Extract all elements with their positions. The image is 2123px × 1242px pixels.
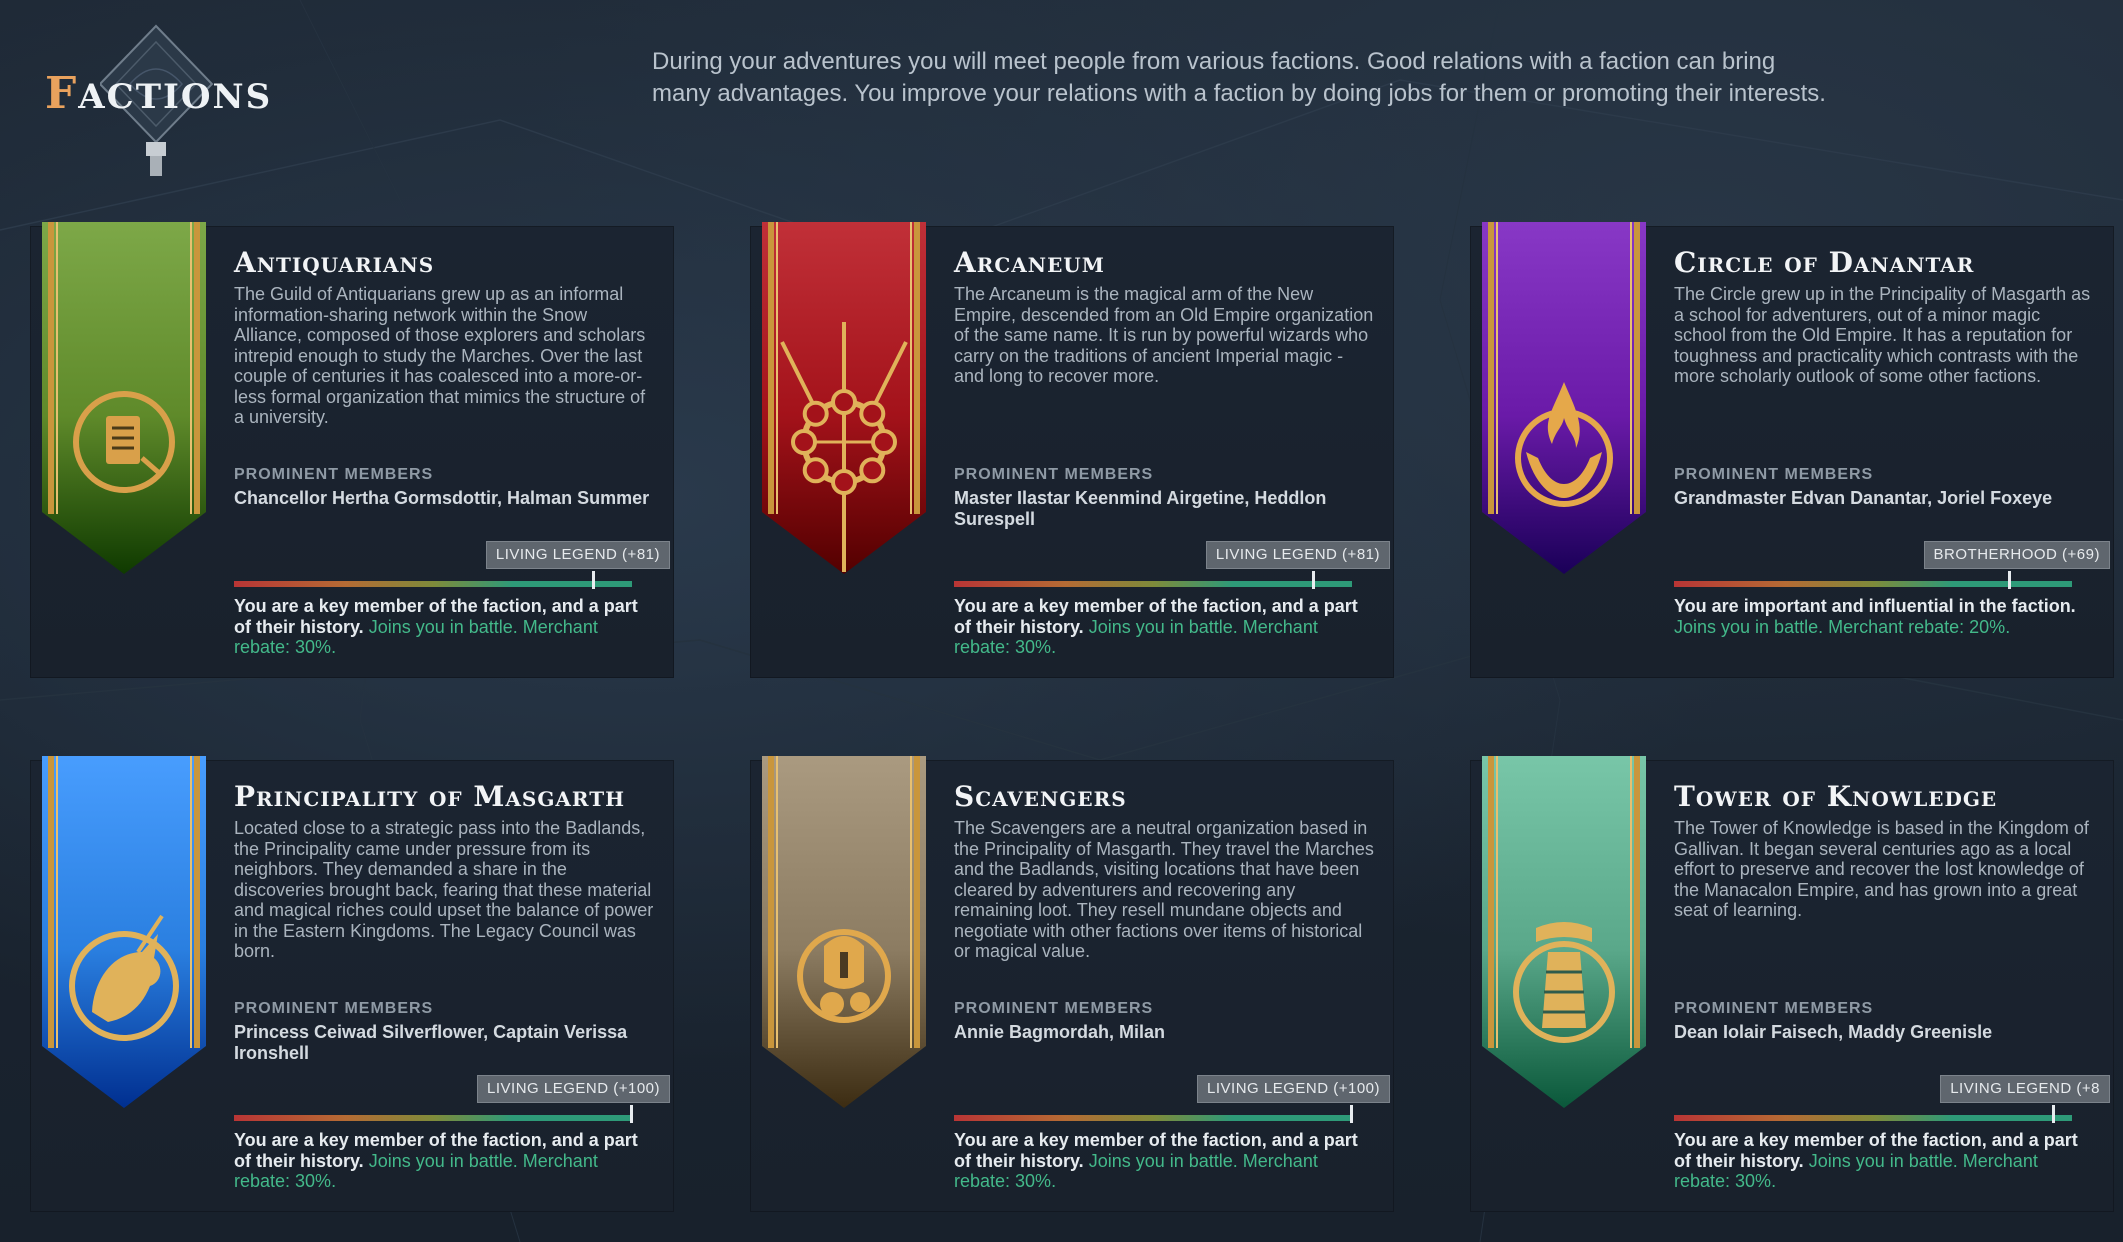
- faction-card-antiquarians[interactable]: Antiquarians The Guild of Antiquarians g…: [30, 222, 674, 678]
- prominent-members-label: PROMINENT MEMBERS: [234, 1000, 434, 1017]
- prominent-members: Annie Bagmordah, Milan: [954, 1022, 1166, 1042]
- prominent-members: Princess Ceiwad Silverflower, Captain Ve…: [234, 1022, 628, 1063]
- rank-badge: LIVING LEGEND (+100): [1197, 1075, 1390, 1103]
- rank-badge: BROTHERHOOD (+69): [1923, 541, 2110, 569]
- reputation-marker: [2052, 1105, 2056, 1123]
- status-text: You are important and influential in the…: [1674, 596, 2076, 616]
- prominent-members: Grandmaster Edvan Danantar, Joriel Foxey…: [1674, 488, 2053, 508]
- faction-card-tower-of-knowledge[interactable]: Tower of Knowledge The Tower of Knowledg…: [1470, 756, 2114, 1212]
- faction-card-circle-of-danantar[interactable]: Circle of Danantar The Circle grew up in…: [1470, 222, 2114, 678]
- reputation-marker: [1350, 1105, 1353, 1123]
- faction-banner: [762, 756, 926, 1116]
- prominent-members-label: PROMINENT MEMBERS: [1674, 466, 1874, 483]
- reputation-marker: [630, 1105, 633, 1123]
- faction-status: You are a key member of the faction, and…: [1674, 1130, 2084, 1192]
- faction-name: Circle of Danantar: [1674, 246, 1975, 279]
- faction-description: Located close to a strategic pass into t…: [234, 818, 654, 961]
- reputation-marker: [592, 571, 596, 589]
- faction-name: Principality of Masgarth: [234, 780, 625, 813]
- reputation-marker: [2008, 571, 2012, 589]
- reputation-bar: [234, 1105, 633, 1123]
- faction-description: The Circle grew up in the Principality o…: [1674, 284, 2091, 386]
- reputation-bar: [954, 571, 1352, 589]
- faction-description: The Scavengers are a neutral organizatio…: [954, 818, 1374, 961]
- faction-banner: [1482, 756, 1646, 1116]
- faction-status: You are important and influential in the…: [1674, 596, 2084, 637]
- faction-description: The Tower of Knowledge is based in the K…: [1674, 818, 2089, 920]
- prominent-members: Master Ilastar Keenmind Airgetine, Heddl…: [954, 488, 1327, 529]
- faction-banner: [42, 756, 206, 1116]
- reputation-bar: [1674, 571, 2072, 589]
- intro-text: During your adventures you will meet peo…: [652, 48, 1826, 107]
- page-title: Factions: [45, 68, 273, 119]
- faction-banner: [762, 222, 926, 582]
- rank-badge: LIVING LEGEND (+81): [485, 541, 670, 569]
- benefits-text: Joins you in battle. Merchant rebate: 20…: [1674, 616, 2011, 637]
- faction-name: Antiquarians: [234, 246, 435, 279]
- prominent-members-label: PROMINENT MEMBERS: [1674, 1000, 1874, 1017]
- prominent-members-label: PROMINENT MEMBERS: [234, 466, 434, 483]
- rank-badge: LIVING LEGEND (+8: [1940, 1075, 2110, 1103]
- faction-name: Tower of Knowledge: [1674, 780, 1998, 813]
- faction-card-scavengers[interactable]: Scavengers The Scavengers are a neutral …: [750, 756, 1394, 1212]
- prominent-members-label: PROMINENT MEMBERS: [954, 466, 1154, 483]
- reputation-marker: [1312, 571, 1316, 589]
- faction-banner: [1482, 222, 1646, 582]
- faction-status: You are a key member of the faction, and…: [954, 1130, 1364, 1192]
- prominent-members-label: PROMINENT MEMBERS: [954, 1000, 1154, 1017]
- rank-badge: LIVING LEGEND (+81): [1205, 541, 1390, 569]
- faction-status: You are a key member of the faction, and…: [234, 596, 644, 658]
- faction-card-arcaneum[interactable]: Arcaneum The Arcaneum is the magical arm…: [750, 222, 1394, 678]
- reputation-bar: [1674, 1105, 2072, 1123]
- prominent-members: Chancellor Hertha Gormsdottir, Halman Su…: [234, 488, 650, 508]
- faction-banner: [42, 222, 206, 582]
- faction-card-principality-of-masgarth[interactable]: Principality of Masgarth Located close t…: [30, 756, 674, 1212]
- faction-name: Scavengers: [954, 780, 1127, 813]
- reputation-bar: [954, 1105, 1353, 1123]
- faction-name: Arcaneum: [954, 246, 1105, 279]
- faction-description: The Guild of Antiquarians grew up as an …: [234, 284, 646, 427]
- prominent-members: Dean Iolair Faisech, Maddy Greenisle: [1674, 1022, 1993, 1042]
- faction-status: You are a key member of the faction, and…: [954, 596, 1364, 658]
- faction-description: The Arcaneum is the magical arm of the N…: [954, 284, 1374, 386]
- rank-badge: LIVING LEGEND (+100): [477, 1075, 670, 1103]
- reputation-bar: [234, 571, 632, 589]
- faction-status: You are a key member of the faction, and…: [234, 1130, 644, 1192]
